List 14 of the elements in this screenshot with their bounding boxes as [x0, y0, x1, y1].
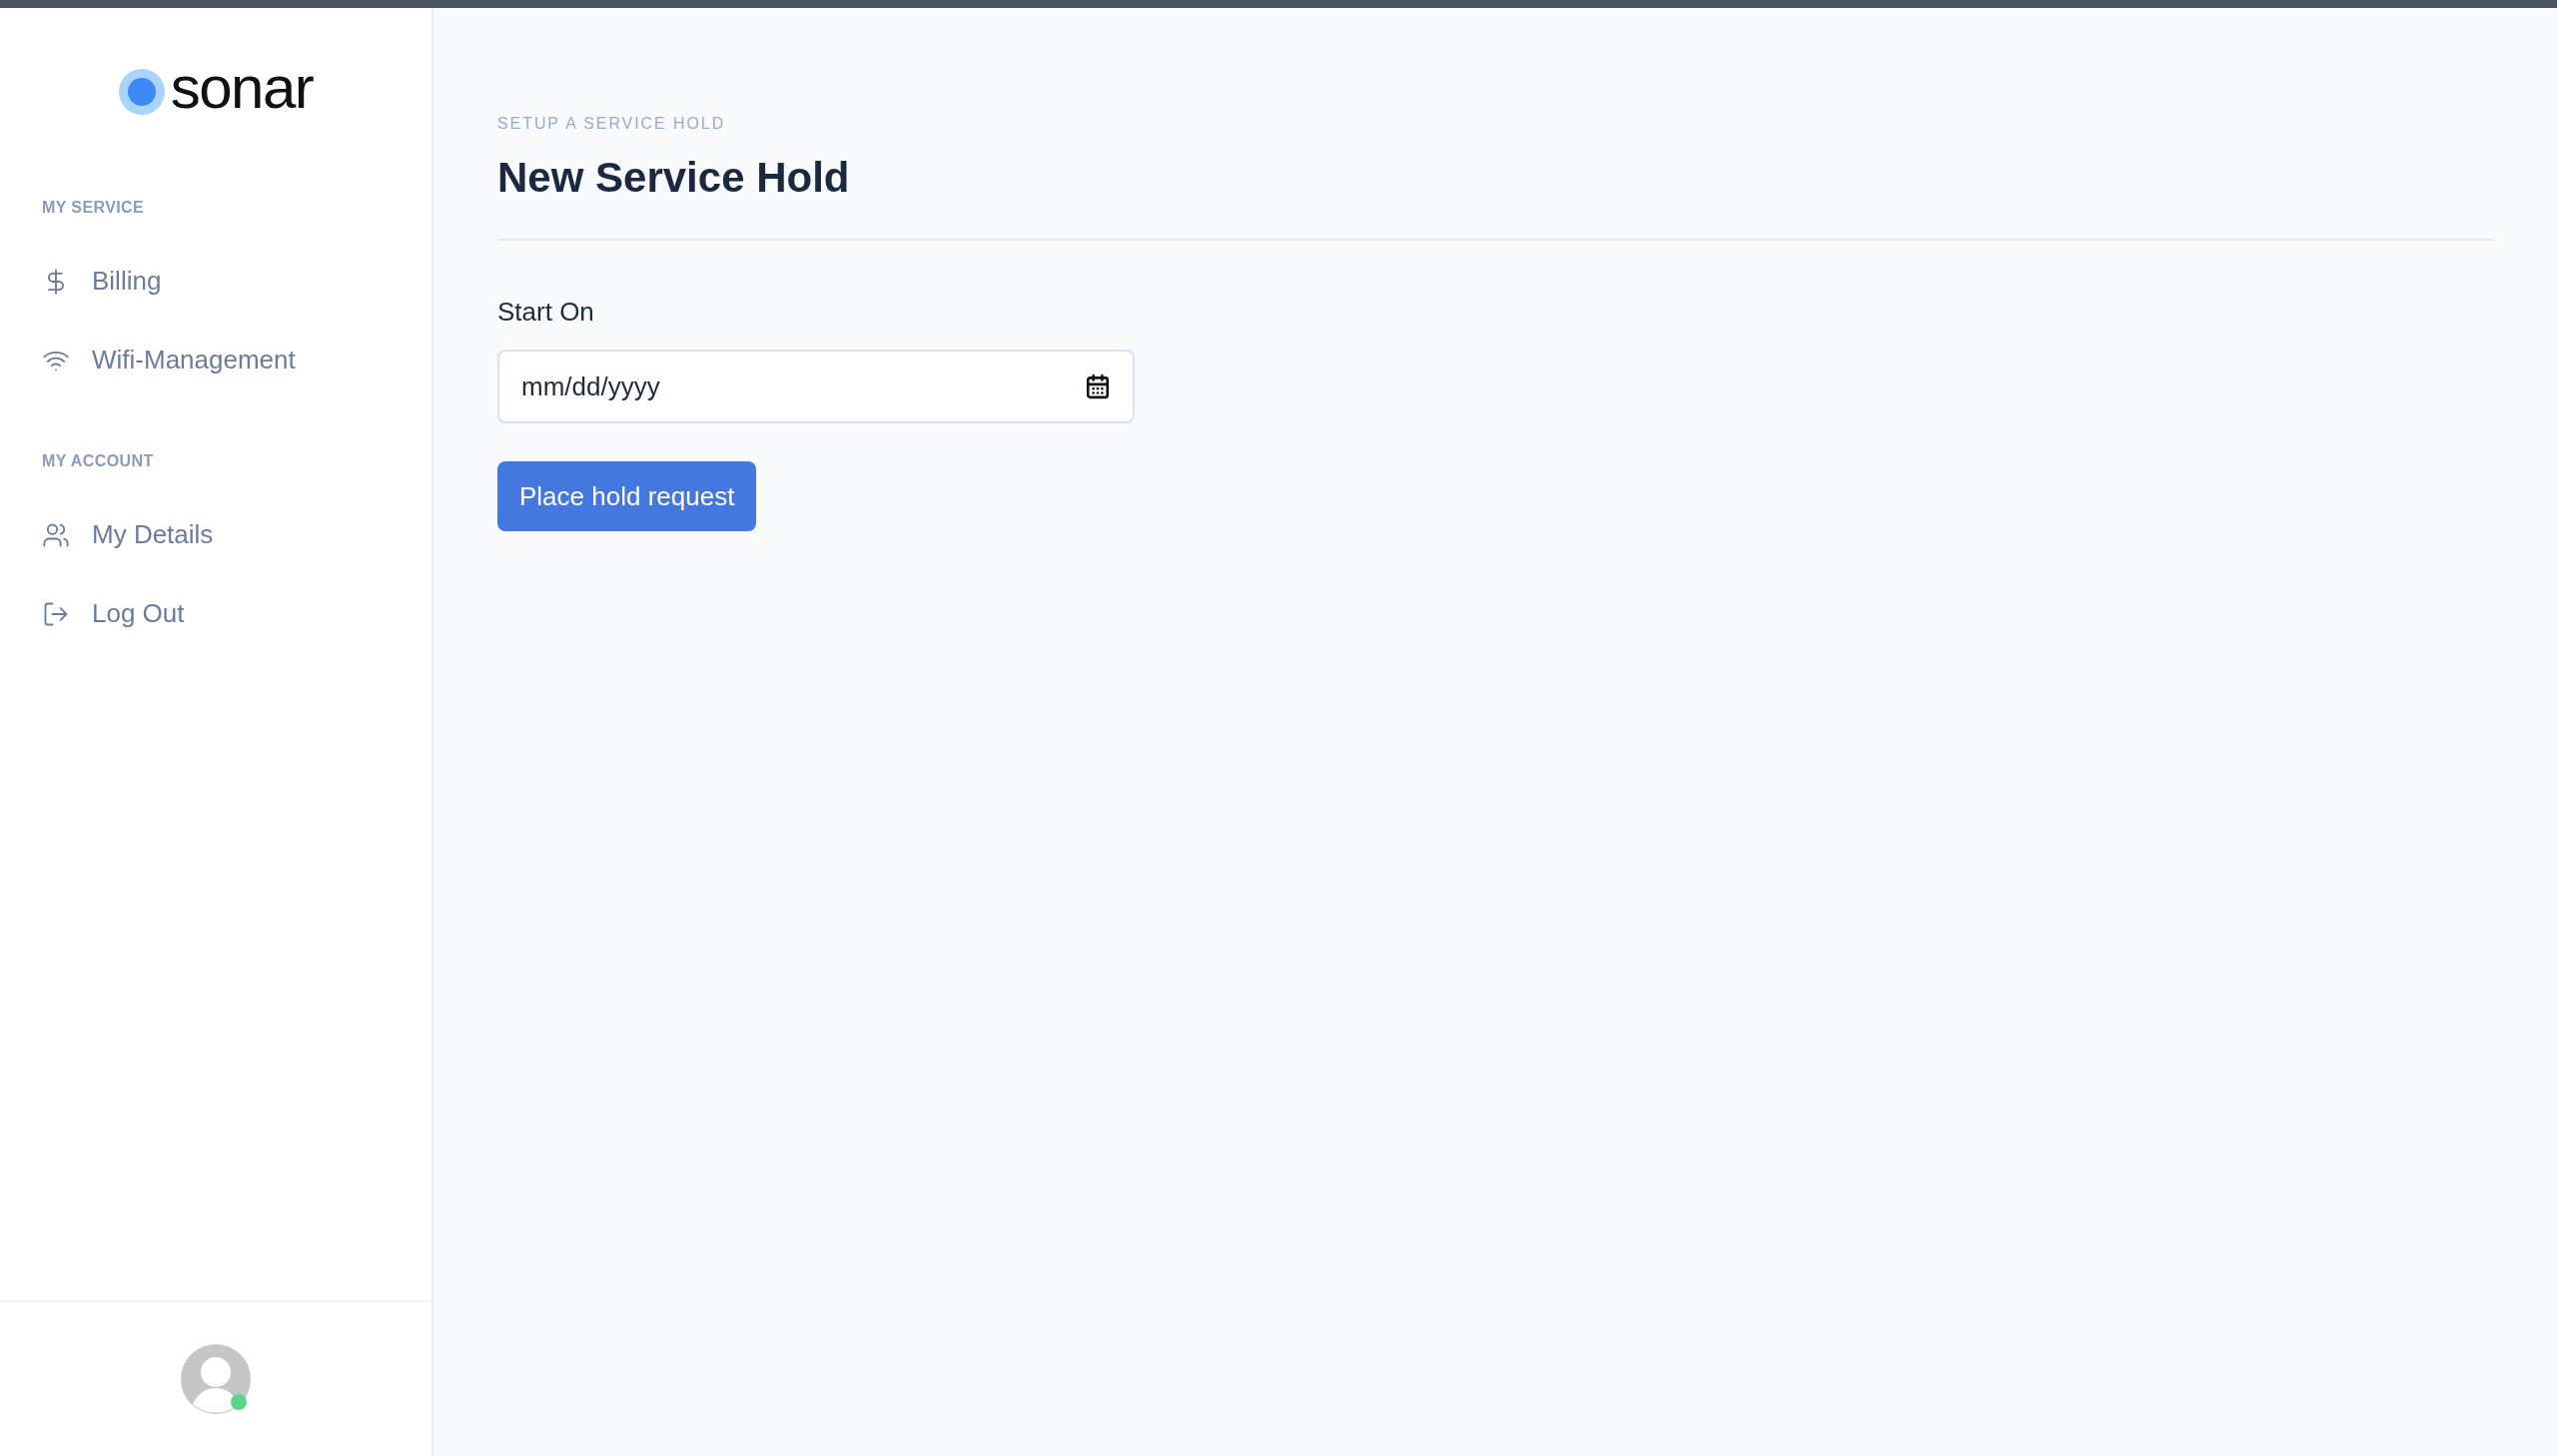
section-heading: MY ACCOUNT [42, 451, 155, 471]
page-title: New Service Hold [497, 153, 851, 203]
page-eyebrow: SETUP A SERVICE HOLD [497, 114, 727, 134]
calendar-icon[interactable] [1085, 373, 1111, 399]
field-label: Start On [497, 296, 594, 329]
section-heading: MY SERVICE [42, 198, 146, 218]
sidebar-link[interactable]: My Details [42, 515, 390, 554]
date-input-field[interactable]: mm/dd/yyyy [497, 350, 1135, 423]
place-hold-button[interactable]: Place hold request [497, 461, 757, 531]
sidebar-link[interactable]: Wifi-Management [42, 341, 390, 379]
logo-dot-icon [118, 69, 165, 115]
sidebar-link[interactable]: Log Out [42, 594, 390, 633]
sidebar-link[interactable]: Billing [42, 262, 390, 301]
logo-text: sonar [170, 58, 314, 123]
